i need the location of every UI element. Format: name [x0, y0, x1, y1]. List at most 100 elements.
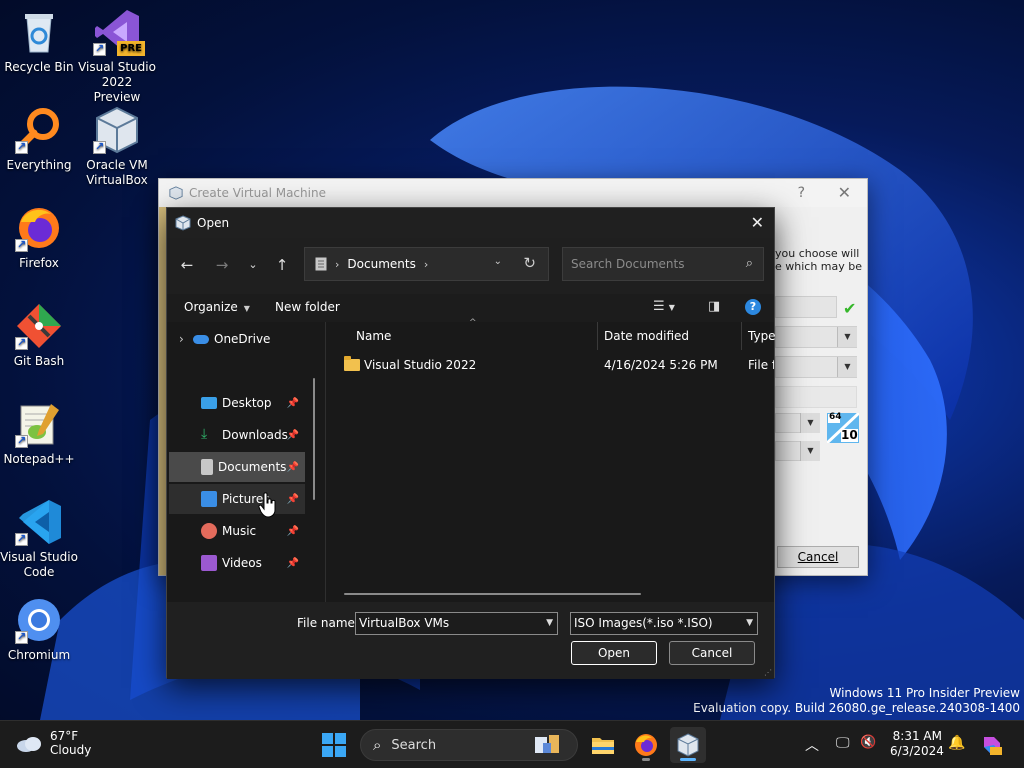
new-folder-button[interactable]: New folder — [275, 300, 340, 314]
search-input[interactable]: Search Documents ⌕ — [562, 247, 764, 281]
desktop-icon-label: Git Bash — [13, 354, 65, 368]
resize-grip-icon[interactable]: ⋰ — [764, 668, 772, 677]
nav-item-label: Downloads — [222, 428, 288, 442]
chevron-down-icon[interactable]: ▼ — [546, 613, 553, 634]
desktop-icon-label: Visual Studio Code — [0, 550, 78, 579]
preview-pane-icon[interactable]: ◨ — [708, 299, 720, 314]
taskbar-firefox[interactable] — [628, 727, 664, 763]
iso-image-field[interactable] — [775, 296, 837, 318]
column-type[interactable]: Type — [748, 329, 776, 343]
nav-scrollbar[interactable] — [313, 378, 315, 500]
nav-item-pictures[interactable]: Pictures 📌 — [169, 484, 305, 514]
virtualbox-icon — [93, 106, 141, 154]
up-arrow-icon[interactable]: ↑ — [270, 254, 294, 276]
os-bits-label: 64 — [829, 412, 842, 422]
desktop-icon-everything[interactable]: Everything — [0, 106, 78, 173]
help-button[interactable]: ? — [798, 185, 805, 201]
nav-item-onedrive[interactable]: › OneDrive — [169, 324, 305, 354]
weather-widget[interactable]: 67°F Cloudy — [16, 729, 91, 758]
description-line: you choose will — [775, 247, 860, 260]
desktop-icon-chromium[interactable]: Chromium — [0, 596, 78, 663]
pin-icon: 📌 — [286, 557, 299, 569]
cvm-cancel-button[interactable]: Cancel — [777, 546, 859, 568]
desktop-icon-recycle-bin[interactable]: Recycle Bin — [0, 8, 78, 75]
search-icon: ⌕ — [745, 256, 753, 271]
organize-button[interactable]: Organize ▼ — [184, 300, 250, 314]
chevron-down-icon: ▼ — [243, 304, 250, 313]
close-icon[interactable]: ✕ — [751, 213, 764, 232]
desktop-icon-notepad-plus[interactable]: Notepad++ — [0, 400, 78, 467]
subtype-combo[interactable] — [775, 386, 857, 408]
desktop-icon-label: Recycle Bin — [4, 60, 74, 74]
taskbar-search[interactable]: ⌕ Search — [360, 729, 578, 761]
shortcut-arrow-icon — [15, 433, 28, 448]
desktop-icon-label: Visual Studio 2022 Preview — [78, 60, 156, 104]
breadcrumb-documents[interactable]: Documents — [347, 257, 415, 271]
pin-icon: 📌 — [286, 429, 299, 441]
shortcut-arrow-icon — [15, 139, 28, 154]
address-history-dropdown-icon[interactable]: ⌄ — [494, 256, 502, 267]
column-name[interactable]: Name — [356, 329, 391, 343]
pin-icon: 📌 — [286, 397, 299, 409]
volume-muted-icon[interactable]: 🔇 — [860, 735, 876, 750]
nav-item-label: OneDrive — [214, 332, 271, 346]
refresh-icon[interactable]: ↻ — [523, 254, 536, 272]
weather-temperature: 67°F — [50, 729, 79, 743]
breadcrumb-chevron-icon[interactable]: › — [424, 258, 428, 271]
desktop-icon-vscode[interactable]: Visual Studio Code — [0, 498, 78, 580]
back-arrow-icon[interactable]: ← — [175, 254, 199, 276]
forward-arrow-icon[interactable]: → — [210, 254, 234, 276]
chevron-down-icon[interactable]: ▼ — [837, 357, 857, 377]
chevron-down-icon[interactable]: ▼ — [800, 413, 820, 433]
column-date-modified[interactable]: Date modified — [604, 329, 689, 343]
desktop-icon-label: Firefox — [19, 256, 59, 270]
pin-icon: 📌 — [286, 493, 299, 505]
shortcut-arrow-icon — [93, 139, 106, 154]
recent-locations-chevron-icon[interactable]: ⌄ — [241, 254, 265, 276]
file-row[interactable]: Visual Studio 2022 4/16/2024 5:26 PM Fil… — [326, 354, 774, 380]
open-title: Open — [197, 216, 230, 230]
copilot-icon[interactable] — [980, 733, 1004, 757]
desktop-icon-visual-studio[interactable]: PRE Visual Studio 2022 Preview — [78, 8, 156, 105]
system-clock[interactable]: 8:31 AM 6/3/2024 — [890, 729, 944, 759]
nav-item-music[interactable]: Music 📌 — [169, 516, 305, 546]
column-separator[interactable] — [597, 322, 598, 350]
desktop-icon-git-bash[interactable]: Git Bash — [0, 302, 78, 369]
search-highlight-icon — [535, 735, 559, 753]
cloud-icon — [193, 334, 209, 344]
pin-icon: 📌 — [286, 525, 299, 537]
file-name: Visual Studio 2022 — [364, 358, 477, 372]
expand-chevron-icon[interactable]: › — [179, 332, 193, 346]
nav-item-desktop[interactable]: Desktop 📌 — [169, 388, 305, 418]
nav-item-documents[interactable]: Documents 📌 — [169, 452, 305, 482]
chromium-icon — [15, 596, 63, 644]
desktop-icon-firefox[interactable]: Firefox — [0, 204, 78, 271]
help-icon[interactable]: ? — [745, 299, 761, 315]
nav-item-videos[interactable]: Videos 📌 — [169, 548, 305, 578]
file-type-select[interactable]: ISO Images(*.iso *.ISO) ▼ — [570, 612, 758, 635]
horizontal-scrollbar[interactable] — [344, 593, 641, 595]
file-name-value: VirtualBox VMs — [359, 616, 450, 630]
desktop-icon-virtualbox[interactable]: Oracle VM VirtualBox — [78, 106, 156, 188]
windows-watermark: Windows 11 Pro Insider Preview Evaluatio… — [693, 686, 1020, 716]
start-button[interactable] — [322, 733, 346, 757]
notification-bell-icon[interactable]: 🔔 — [948, 735, 965, 751]
hand-cursor-icon — [258, 492, 276, 518]
chevron-down-icon[interactable]: ▼ — [800, 441, 820, 461]
taskbar-virtualbox[interactable] — [670, 727, 706, 763]
search-icon: ⌕ — [373, 736, 382, 754]
address-bar[interactable]: › Documents › ⌄ ↻ — [304, 247, 549, 281]
nav-item-downloads[interactable]: ⤓ Downloads 📌 — [169, 420, 305, 450]
shortcut-arrow-icon — [15, 237, 28, 252]
file-name-input[interactable]: VirtualBox VMs ▼ — [355, 612, 558, 635]
column-separator[interactable] — [741, 322, 742, 350]
network-icon[interactable]: 🖵 — [836, 735, 850, 751]
chevron-down-icon[interactable]: ▼ — [837, 327, 857, 347]
open-button[interactable]: Open — [571, 641, 657, 665]
taskbar-file-explorer[interactable] — [585, 727, 621, 763]
nav-item-label: Videos — [222, 556, 262, 570]
show-hidden-icons-chevron-icon[interactable]: ︿ — [805, 735, 819, 755]
close-button[interactable]: ✕ — [838, 183, 851, 202]
cancel-button[interactable]: Cancel — [669, 641, 755, 665]
change-view-icon[interactable]: ☰ ▼ — [653, 299, 675, 314]
